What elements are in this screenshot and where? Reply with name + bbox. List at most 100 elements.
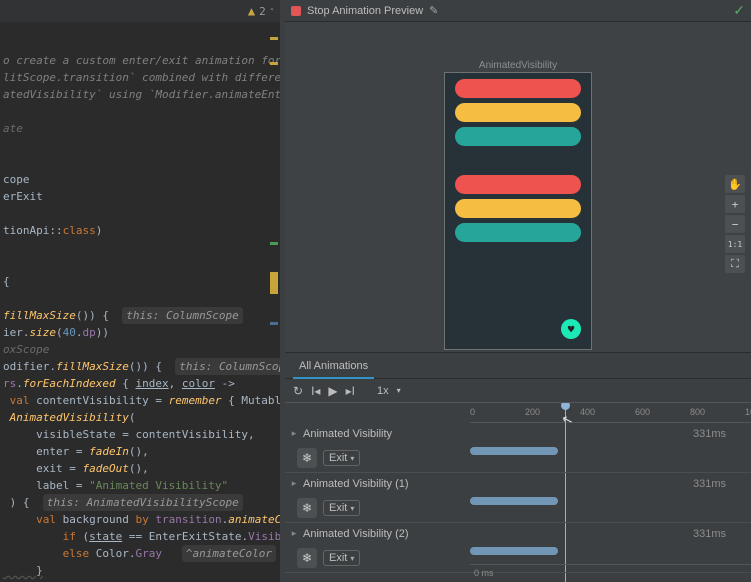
code-line[interactable]: odifier.fillMaxSize()) { this: ColumnSco… — [3, 358, 280, 375]
layout-bounds-button[interactable]: ⛶ — [725, 255, 745, 273]
code-line[interactable]: ) { this: AnimatedVisibilityScope — [3, 494, 280, 511]
code-line[interactable]: ate — [3, 120, 280, 137]
edit-icon[interactable]: ✎ — [429, 4, 438, 17]
animation-duration: 331ms — [693, 478, 743, 490]
code-line[interactable]: fillMaxSize()) { this: ColumnScope — [3, 307, 280, 324]
zoom-out-button[interactable]: − — [725, 215, 745, 233]
timeline-bottom-ruler: 0 ms — [470, 564, 751, 582]
code-line[interactable]: exit = fadeOut(), — [3, 460, 280, 477]
ruler-tick: 600 — [635, 407, 650, 417]
code-line[interactable]: } — [3, 562, 280, 579]
code-line[interactable] — [3, 103, 280, 120]
animation-tabs: All Animations — [285, 353, 751, 379]
build-success-icon: ✓ — [733, 2, 745, 19]
freeze-button[interactable]: ❄ — [297, 548, 317, 568]
code-line[interactable] — [3, 290, 280, 307]
code-line[interactable] — [3, 35, 280, 52]
device-frame: ♥ — [444, 72, 592, 350]
animation-clip[interactable] — [470, 497, 558, 505]
code-line[interactable]: cope — [3, 171, 280, 188]
animation-panel: All Animations ↻ I◂ ▶ ▸I 1x ▾ 0 200 400 600… — [285, 352, 751, 582]
bottom-ruler-label: 0 ms — [474, 568, 494, 578]
chevron-down-icon: ▾ — [350, 504, 354, 513]
code-line[interactable]: enter = fadeIn(), — [3, 443, 280, 460]
ruler-tick: 800 — [690, 407, 705, 417]
warning-icon: ▲ — [248, 4, 255, 18]
code-line[interactable]: ier.size(40.dp)) — [3, 324, 280, 341]
code-line[interactable]: visibleState = contentVisibility, — [3, 426, 280, 443]
animation-row: ▸Animated Visibility (1) 331ms ❄ Exit▾ — [285, 473, 751, 523]
loop-button[interactable]: ↻ — [293, 384, 303, 398]
preview-surface[interactable]: AnimatedVisibility ♥ ✋ + − 1:1 ⛶ — [285, 22, 751, 352]
timeline-ruler[interactable]: 0 200 400 600 800 1000 — [470, 403, 751, 423]
inspections-dropdown-icon[interactable]: ⌃ — [270, 7, 274, 15]
tab-all-animations[interactable]: All Animations — [293, 353, 374, 379]
animation-duration: 331ms — [693, 428, 743, 440]
preview-bar — [455, 175, 581, 194]
code-line[interactable]: o create a custom enter/exit animation f… — [3, 52, 280, 69]
preview-title: AnimatedVisibility — [479, 60, 557, 71]
stop-animation-label[interactable]: Stop Animation Preview — [307, 5, 423, 17]
code-line[interactable]: { — [3, 273, 280, 290]
code-line[interactable] — [3, 154, 280, 171]
code-line[interactable]: atedVisibility` using `Modifier.animateE… — [3, 86, 280, 103]
code-line[interactable]: else Color.Gray ^animateColor — [3, 545, 280, 562]
preview-toolbar: Stop Animation Preview ✎ ✓ — [285, 0, 751, 22]
play-button[interactable]: ▶ — [328, 384, 337, 398]
zoom-1-1-button[interactable]: 1:1 — [725, 235, 745, 253]
expand-icon[interactable]: ▸ — [285, 528, 303, 539]
animation-timeline[interactable]: 02004006008001000 ↖ ▸Animated Visibility… — [285, 403, 751, 582]
fab-heart[interactable]: ♥ — [561, 319, 581, 339]
pan-button[interactable]: ✋ — [725, 175, 745, 193]
code-line[interactable] — [3, 256, 280, 273]
editor-inspections-bar: ▲ 2 ⌃ — [0, 0, 280, 22]
expand-icon[interactable]: ▸ — [285, 428, 303, 439]
animation-clip[interactable] — [470, 547, 558, 555]
preview-bar — [455, 127, 581, 146]
preview-bar — [455, 103, 581, 122]
code-line[interactable] — [3, 239, 280, 256]
preview-bar — [455, 151, 581, 170]
ruler-tick: 200 — [525, 407, 540, 417]
editor-scroll-markers — [270, 22, 278, 582]
code-line[interactable]: litScope.transition` combined with diffe… — [3, 69, 280, 86]
ruler-tick: 0 — [470, 407, 475, 417]
ruler-tick: 1000 — [745, 407, 751, 417]
animation-playback-controls: ↻ I◂ ▶ ▸I 1x ▾ — [285, 379, 751, 403]
animation-duration: 331ms — [693, 528, 743, 540]
expand-icon[interactable]: ▸ — [285, 478, 303, 489]
animation-row: ▸Animated Visibility 331ms ❄ Exit▾ — [285, 423, 751, 473]
preview-pane: Stop Animation Preview ✎ ✓ AnimatedVisib… — [285, 0, 751, 582]
go-end-button[interactable]: ▸I — [346, 384, 355, 398]
code-line[interactable]: AnimatedVisibility( — [3, 409, 280, 426]
code-line[interactable] — [3, 205, 280, 222]
ruler-tick: 400 — [580, 407, 595, 417]
animation-name: Animated Visibility (1) — [303, 478, 409, 490]
code-line[interactable]: if (state == EnterExitState.Visible) col… — [3, 528, 280, 545]
code-line[interactable]: label = "Animated Visibility" — [3, 477, 280, 494]
animation-name: Animated Visibility — [303, 428, 392, 440]
code-line[interactable]: erExit — [3, 188, 280, 205]
code-line[interactable]: val contentVisibility = remember { Mutab… — [3, 392, 280, 409]
freeze-button[interactable]: ❄ — [297, 498, 317, 518]
state-label: Exit — [329, 552, 347, 564]
stop-icon[interactable] — [291, 6, 301, 16]
preview-bar — [455, 199, 581, 218]
go-start-button[interactable]: I◂ — [311, 384, 320, 398]
freeze-button[interactable]: ❄ — [297, 448, 317, 468]
preview-bar — [455, 223, 581, 242]
chevron-down-icon: ▾ — [350, 454, 354, 463]
speed-dropdown-icon[interactable]: ▾ — [397, 386, 401, 395]
state-combobox[interactable]: Exit▾ — [323, 450, 360, 466]
code-editor[interactable]: ▲ 2 ⌃ o create a custom enter/exit anima… — [0, 0, 280, 582]
speed-label[interactable]: 1x — [377, 385, 389, 397]
state-combobox[interactable]: Exit▾ — [323, 550, 360, 566]
code-line[interactable]: val background by transition.animateColo… — [3, 511, 280, 528]
code-line[interactable] — [3, 137, 280, 154]
state-combobox[interactable]: Exit▾ — [323, 500, 360, 516]
zoom-in-button[interactable]: + — [725, 195, 745, 213]
animation-clip[interactable] — [470, 447, 558, 455]
code-line[interactable]: tionApi::class) — [3, 222, 280, 239]
code-line[interactable]: rs.forEachIndexed { index, color -> — [3, 375, 280, 392]
code-line[interactable]: oxScope — [3, 341, 280, 358]
